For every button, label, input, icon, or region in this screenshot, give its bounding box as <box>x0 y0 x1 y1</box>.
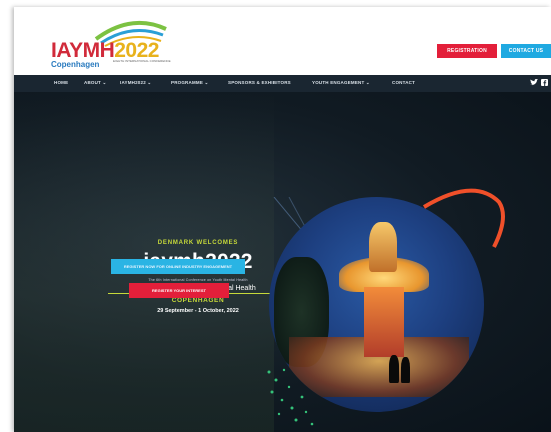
nav-item-sponsors[interactable]: SPONSORS & EXHIBITORS <box>228 80 291 85</box>
decorative-arc-icon <box>422 188 505 248</box>
nav-item-youth-engagement[interactable]: YOUTH ENGAGEMENT ⌄ <box>312 80 370 86</box>
nav-item-programme[interactable]: PROGRAMME ⌄ <box>171 80 208 86</box>
hero-dates: 29 September - 1 October, 2022 <box>157 308 239 314</box>
logo-subtext: EIGHTH INTERNATIONAL CONFERENCE <box>113 59 171 63</box>
hero-subtitle: The 6th International Conference on Yout… <box>148 278 248 282</box>
photo-person <box>389 355 399 383</box>
main-nav: HOME ABOUT ⌄ IAYMH2022 ⌄ PROGRAMME ⌄ SPO… <box>14 75 551 92</box>
hero-city: COPENHAGEN <box>171 297 225 304</box>
registration-button[interactable]: REGISTRATION <box>437 44 497 58</box>
nav-item-home[interactable]: HOME <box>54 80 68 85</box>
photo-carousel-base <box>364 287 404 357</box>
logo-name: IAYMH <box>51 39 115 62</box>
site-header: IAYMH2022 Copenhagen EIGHTH INTERNATIONA… <box>14 7 551 75</box>
browser-frame: IAYMH2022 Copenhagen EIGHTH INTERNATIONA… <box>14 7 551 432</box>
logo-city: Copenhagen <box>51 60 100 69</box>
facebook-icon[interactable] <box>541 79 548 88</box>
nav-item-about[interactable]: ABOUT ⌄ <box>84 80 106 86</box>
photo-person <box>401 357 410 383</box>
contact-button[interactable]: CONTACT US <box>501 44 551 58</box>
decorative-dots-icon <box>267 368 314 426</box>
hero-section: DENMARK WELCOMES iaymh2022 The 6th Inter… <box>14 92 551 432</box>
register-interest-button[interactable]: REGISTER YOUR INTEREST <box>129 283 229 298</box>
register-online-button[interactable]: REGISTER NOW FOR ONLINE INDUSTRY ENGAGEM… <box>111 259 245 274</box>
hero-welcomes: DENMARK WELCOMES <box>157 240 239 246</box>
nav-item-iaymh2022[interactable]: IAYMH2022 ⌄ <box>120 80 151 86</box>
site-logo[interactable]: IAYMH2022 Copenhagen EIGHTH INTERNATIONA… <box>51 17 181 71</box>
nav-item-contact[interactable]: CONTACT <box>392 80 415 85</box>
photo-carousel-tower <box>369 222 397 272</box>
twitter-icon[interactable] <box>530 78 538 88</box>
